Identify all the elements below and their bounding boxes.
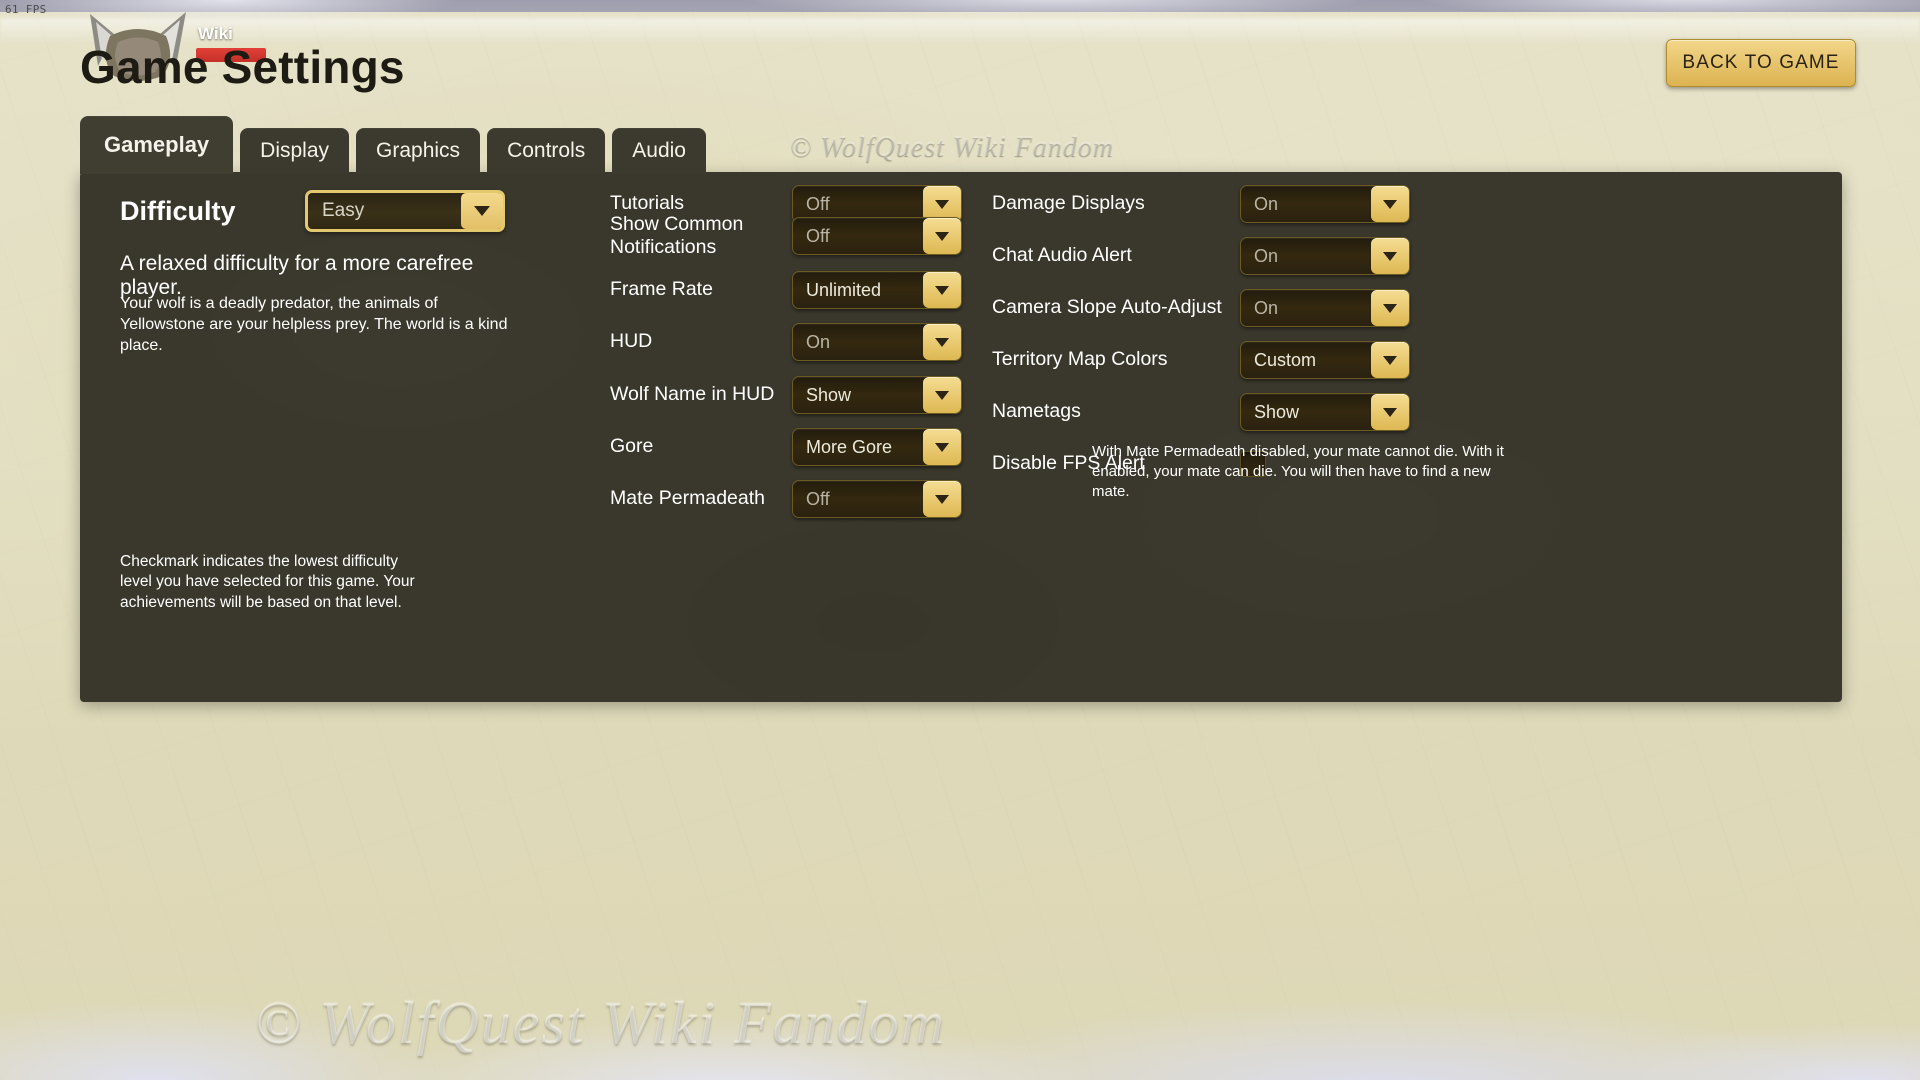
triangle-glyph — [935, 390, 949, 400]
dropdown-value: On — [1254, 297, 1279, 318]
chevron-down-icon[interactable] — [923, 481, 961, 517]
dropdown-wolf-name-in-hud[interactable]: Show — [792, 376, 962, 414]
back-to-game-button[interactable]: BACK TO GAME — [1666, 39, 1856, 87]
chevron-down-icon[interactable] — [1371, 238, 1409, 274]
difficulty-row: Difficulty Easy — [120, 190, 590, 236]
chevron-down-icon[interactable] — [1371, 394, 1409, 430]
dropdown-value: Off — [806, 225, 830, 246]
dropdown-value: On — [806, 331, 831, 352]
setting-row-chat-audio-alert: Chat Audio Alert On — [992, 236, 1410, 276]
triangle-glyph — [935, 442, 949, 452]
triangle-glyph — [1383, 199, 1397, 209]
setting-label: Show Common Notifications — [610, 212, 744, 258]
triangle-glyph — [935, 285, 949, 295]
chevron-down-icon[interactable] — [1371, 186, 1409, 222]
dropdown-value: Show — [1254, 401, 1300, 422]
tab-graphics[interactable]: Graphics — [356, 128, 481, 174]
setting-row-gore: Gore More Gore — [610, 427, 962, 467]
chevron-down-icon[interactable] — [923, 218, 961, 254]
dropdown-nametags[interactable]: Show — [1240, 393, 1410, 431]
triangle-glyph — [935, 231, 949, 241]
setting-label: Territory Map Colors — [992, 348, 1168, 371]
chevron-down-icon[interactable] — [923, 429, 961, 465]
dropdown-mate-permadeath[interactable]: Off — [792, 480, 962, 518]
checkmark-note: Checkmark indicates the lowest difficult… — [120, 553, 415, 611]
chevron-down-icon[interactable] — [1371, 342, 1409, 378]
tab-label: Display — [260, 139, 330, 162]
settings-panel: Difficulty Easy A relaxed difficulty for… — [80, 172, 1842, 702]
triangle-glyph — [935, 199, 949, 209]
settings-tab-bar: Gameplay Display Graphics Controls Audio — [80, 116, 713, 174]
chevron-down-icon[interactable] — [923, 272, 961, 308]
setting-row-hud: HUD On — [610, 322, 962, 362]
triangle-glyph — [1383, 303, 1397, 313]
dropdown-territory-map-colors[interactable]: Custom — [1240, 341, 1410, 379]
setting-row-territory-map-colors: Territory Map Colors Custom — [992, 340, 1410, 380]
tab-controls[interactable]: Controls — [487, 128, 606, 174]
dropdown-value: Off — [806, 193, 830, 214]
triangle-glyph — [935, 337, 949, 347]
setting-label: Gore — [610, 435, 654, 458]
chevron-down-icon[interactable] — [1371, 290, 1409, 326]
setting-label: Chat Audio Alert — [992, 244, 1132, 267]
snow-bottom-drift — [0, 930, 1920, 1080]
tab-label: Graphics — [376, 139, 461, 162]
triangle-glyph — [1383, 355, 1397, 365]
triangle-glyph — [1383, 251, 1397, 261]
dropdown-value: More Gore — [806, 436, 893, 457]
dropdown-damage-displays[interactable]: On — [1240, 185, 1410, 223]
dropdown-value: On — [1254, 193, 1279, 214]
difficulty-dropdown[interactable]: Easy — [305, 190, 505, 232]
dropdown-value: Custom — [1254, 349, 1317, 370]
page-title: Game Settings — [80, 41, 405, 93]
setting-row-mate-permadeath: Mate Permadeath Off — [610, 479, 962, 519]
setting-label: Wolf Name in HUD — [610, 383, 775, 406]
tab-audio[interactable]: Audio — [612, 128, 706, 174]
chevron-down-icon[interactable] — [461, 193, 503, 229]
setting-row-wolf-name-in-hud: Wolf Name in HUD Show — [610, 375, 962, 415]
dropdown-value: On — [1254, 245, 1279, 266]
setting-row-show-common-notifications: Show Common Notifications Off — [610, 213, 962, 258]
fps-counter: 61 FPS — [5, 3, 47, 16]
dropdown-camera-slope-auto-adjust[interactable]: On — [1240, 289, 1410, 327]
dropdown-frame-rate[interactable]: Unlimited — [792, 271, 962, 309]
difficulty-value: Easy — [322, 200, 365, 221]
dropdown-chat-audio-alert[interactable]: On — [1240, 237, 1410, 275]
chevron-down-icon[interactable] — [923, 377, 961, 413]
mate-permadeath-help-text: With Mate Permadeath disabled, your mate… — [1092, 443, 1504, 500]
dropdown-gore[interactable]: More Gore — [792, 428, 962, 466]
tab-display[interactable]: Display — [240, 128, 350, 174]
triangle-glyph — [935, 494, 949, 504]
setting-label: Nametags — [992, 400, 1081, 423]
tab-label: Gameplay — [104, 132, 210, 157]
setting-label: Damage Displays — [992, 192, 1145, 215]
dropdown-value: Unlimited — [806, 279, 882, 300]
setting-row-damage-displays: Damage Displays On — [992, 184, 1410, 224]
difficulty-description: Your wolf is a deadly predator, the anim… — [120, 295, 508, 354]
dropdown-value: Show — [806, 384, 852, 405]
dropdown-show-common-notifications[interactable]: Off — [792, 217, 962, 255]
setting-label: Mate Permadeath — [610, 487, 766, 510]
dropdown-hud[interactable]: On — [792, 323, 962, 361]
tab-gameplay[interactable]: Gameplay — [80, 116, 234, 174]
triangle-glyph — [1383, 407, 1397, 417]
tab-label: Audio — [632, 139, 686, 162]
difficulty-label: Difficulty — [120, 196, 236, 226]
setting-label: Frame Rate — [610, 278, 713, 301]
setting-row-frame-rate: Frame Rate Unlimited — [610, 270, 962, 310]
setting-label: Camera Slope Auto-Adjust — [992, 296, 1222, 319]
setting-row-camera-slope-auto-adjust: Camera Slope Auto-Adjust On — [992, 288, 1410, 328]
dropdown-value: Off — [806, 488, 830, 509]
difficulty-summary: A relaxed difficulty for a more carefree… — [120, 252, 474, 299]
setting-label: HUD — [610, 330, 653, 353]
setting-row-nametags: Nametags Show — [992, 392, 1410, 432]
chevron-down-icon[interactable] — [923, 324, 961, 360]
tab-label: Controls — [507, 139, 586, 162]
